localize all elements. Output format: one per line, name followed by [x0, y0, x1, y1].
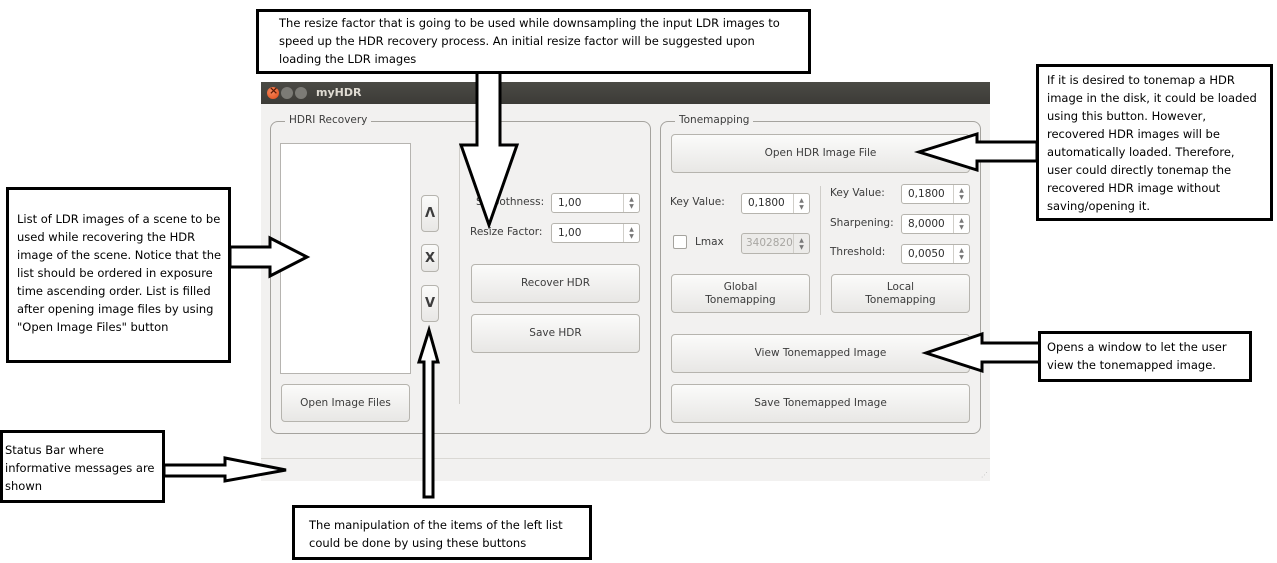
arrow-to-view-tonemapped	[921, 331, 1042, 374]
arrow-to-resize-factor	[458, 58, 520, 230]
arrow-to-list-buttons	[416, 324, 440, 499]
annotation-list-buttons: The manipulation of the items of the lef…	[292, 505, 592, 560]
annotation-resize-factor: The resize factor that is going to be us…	[256, 9, 811, 74]
annotation-open-hdr: If it is desired to tonemap a HDR image …	[1036, 64, 1273, 221]
arrow-to-open-hdr	[913, 131, 1039, 173]
annotation-status-bar: Status Bar where informative messages ar…	[0, 430, 165, 503]
arrow-to-status-bar	[162, 456, 287, 483]
annotation-image-list: List of LDR images of a scene to be used…	[6, 187, 231, 363]
annotation-view-tonemapped: Opens a window to let the user view the …	[1038, 331, 1252, 382]
arrow-to-image-list	[228, 235, 311, 279]
